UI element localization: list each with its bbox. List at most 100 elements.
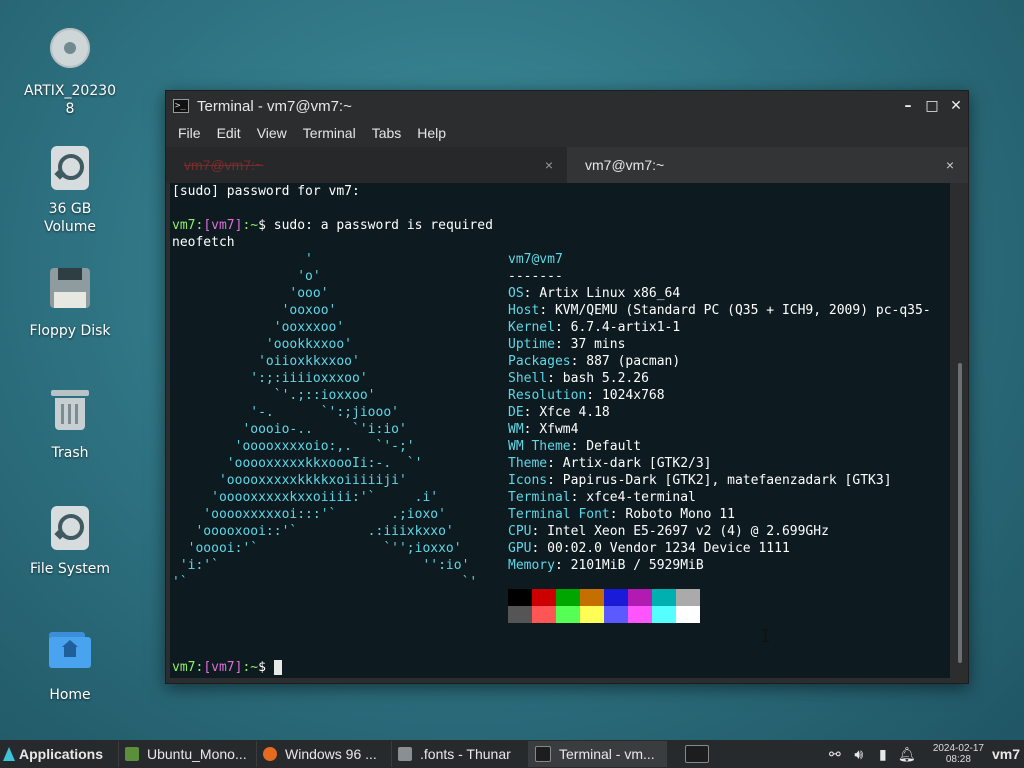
palette-swatch xyxy=(556,606,580,623)
vertical-scrollbar[interactable] xyxy=(956,183,964,678)
palette-swatch xyxy=(580,606,604,623)
network-icon[interactable]: ⚯ xyxy=(825,746,845,763)
info-value: Papirus-Dark [GTK2], matefaenzadark [GTK… xyxy=(562,473,892,488)
info-row: Host: KVM/QEMU (Standard PC (Q35 + ICH9,… xyxy=(508,303,931,318)
terminal-output[interactable]: [sudo] password for vm7: vm7:[vm7]:~$ su… xyxy=(170,183,950,678)
task-thunar[interactable]: .fonts - Thunar xyxy=(391,741,528,767)
tab-1[interactable]: vm7@vm7:~ × xyxy=(166,147,567,183)
tab-close-icon[interactable]: × xyxy=(946,157,954,173)
info-row: Icons: Papirus-Dark [GTK2], matefaenzada… xyxy=(508,473,892,488)
info-row: Shell: bash 5.2.26 xyxy=(508,371,649,386)
logo-line: 'ooooxxxxoio:,. `'-;' xyxy=(172,439,415,454)
window-titlebar[interactable]: >_ Terminal - vm7@vm7:~ – □ ✕ xyxy=(166,91,968,121)
menu-view[interactable]: View xyxy=(249,125,295,141)
tab-close-icon[interactable]: × xyxy=(545,157,553,173)
info-value: Artix Linux x86_64 xyxy=(539,286,681,301)
logo-line: 'ooxoo' xyxy=(172,303,337,318)
logo-line: 'ooooxxxxxkkxoooIi:-. `' xyxy=(172,456,423,471)
tab-2[interactable]: vm7@vm7:~ × xyxy=(567,147,968,183)
launcher-terminal[interactable] xyxy=(679,741,715,767)
info-value: Intel Xeon E5-2697 v2 (4) @ 2.699GHz xyxy=(547,524,829,539)
floppy-icon xyxy=(46,268,94,316)
menu-file[interactable]: File xyxy=(170,125,209,141)
info-key: WM Theme xyxy=(508,439,571,454)
info-key: OS xyxy=(508,286,524,301)
sudo-prompt-line: [sudo] password for vm7: xyxy=(172,184,360,199)
info-value: Artix-dark [GTK2/3] xyxy=(562,456,712,471)
terminal-icon xyxy=(535,746,551,762)
text-cursor: _ xyxy=(273,660,282,675)
taskbar: Applications Ubuntu_Mono... Windows 96 .… xyxy=(0,740,1024,768)
desktop-icon-volume[interactable]: 36 GB Volume xyxy=(10,144,130,236)
palette-swatch xyxy=(676,606,700,623)
logo-line: '-. `':;jiooo' xyxy=(172,405,399,420)
command-line: neofetch xyxy=(172,235,235,250)
desktop-icon-filesystem[interactable]: File System xyxy=(10,504,130,578)
task-ubuntu-mono[interactable]: Ubuntu_Mono... xyxy=(118,741,256,767)
desktop-icon-artix-disc[interactable]: ARTIX_20230 8 xyxy=(10,24,130,118)
applications-menu-button[interactable]: Applications xyxy=(0,746,118,762)
logo-line: '` `' xyxy=(172,575,478,590)
firefox-icon xyxy=(263,747,277,761)
clock[interactable]: 2024-02-17 08:28 xyxy=(933,743,984,765)
minimize-icon[interactable]: – xyxy=(896,98,920,114)
info-row: Packages: 887 (pacman) xyxy=(508,354,681,369)
tab-label: vm7@vm7:~ xyxy=(585,157,665,173)
artix-logo-icon xyxy=(3,747,15,761)
terminal-icon: >_ xyxy=(173,99,189,113)
desktop-icon-label: 36 GB Volume xyxy=(43,201,97,235)
palette-swatch xyxy=(628,589,652,606)
close-icon[interactable]: ✕ xyxy=(944,98,968,114)
scrollbar-thumb[interactable] xyxy=(958,363,962,663)
info-value: 887 (pacman) xyxy=(586,354,681,369)
menu-help[interactable]: Help xyxy=(409,125,454,141)
palette-swatch xyxy=(652,606,676,623)
info-key: Shell xyxy=(508,371,548,386)
menubar: File Edit View Terminal Tabs Help xyxy=(166,121,968,145)
desktop-icon-label: Trash xyxy=(51,445,89,461)
desktop-icon-label: File System xyxy=(29,561,111,577)
palette-swatch xyxy=(532,589,556,606)
info-value: 37 mins xyxy=(570,337,626,352)
info-key: CPU xyxy=(508,524,532,539)
logo-line: ' xyxy=(172,252,313,267)
desktop-icon-home[interactable]: Home xyxy=(10,624,130,704)
info-value: 1024x768 xyxy=(601,388,665,403)
logo-line: 'ooooxxxxxkxxoiiii:'` .i' xyxy=(172,490,439,505)
info-value: Roboto Mono 11 xyxy=(625,507,735,522)
trash-icon xyxy=(46,390,94,438)
task-terminal[interactable]: Terminal - vm... xyxy=(528,741,667,767)
info-key: Terminal Font xyxy=(508,507,610,522)
prompt-host: vm7 xyxy=(211,660,235,675)
home-folder-icon xyxy=(46,632,94,680)
logo-line: 'ooooxxxxxkkkkxoiiiiiji' xyxy=(172,473,407,488)
info-key: GPU xyxy=(508,541,532,556)
window-title: Terminal - vm7@vm7:~ xyxy=(197,97,352,115)
session-user[interactable]: vm7 xyxy=(992,746,1024,762)
desktop-icon-trash[interactable]: Trash xyxy=(10,384,130,462)
logo-line: 'ooooi:'` `'';ioxxo' xyxy=(172,541,462,556)
info-key: Resolution xyxy=(508,388,587,403)
volume-icon[interactable]: 🔊︎ xyxy=(849,746,869,763)
menu-tabs[interactable]: Tabs xyxy=(364,125,410,141)
menu-edit[interactable]: Edit xyxy=(209,125,249,141)
task-label: Terminal - vm... xyxy=(559,746,655,762)
folder-icon xyxy=(398,747,412,761)
drive-icon xyxy=(46,506,94,554)
info-value: xfce4-terminal xyxy=(586,490,696,505)
info-key: Terminal xyxy=(508,490,571,505)
command-text: sudo: a password is required xyxy=(273,218,493,233)
info-row: WM: Xfwm4 xyxy=(508,422,579,437)
notification-bell-icon[interactable]: 🔔︎ xyxy=(897,746,917,763)
info-row: Uptime: 37 mins xyxy=(508,337,626,352)
menu-terminal[interactable]: Terminal xyxy=(295,125,364,141)
desktop-icon-floppy[interactable]: Floppy Disk xyxy=(10,264,130,340)
task-windows96[interactable]: Windows 96 ... xyxy=(256,741,391,767)
desktop-icon-label: Home xyxy=(49,687,91,703)
maximize-icon[interactable]: □ xyxy=(920,98,944,114)
terminal-window[interactable]: >_ Terminal - vm7@vm7:~ – □ ✕ File Edit … xyxy=(165,90,969,684)
palette-swatch xyxy=(604,589,628,606)
logo-line: 'ooo' xyxy=(172,286,329,301)
palette-swatch xyxy=(676,589,700,606)
battery-icon[interactable]: ▮ xyxy=(873,746,893,763)
